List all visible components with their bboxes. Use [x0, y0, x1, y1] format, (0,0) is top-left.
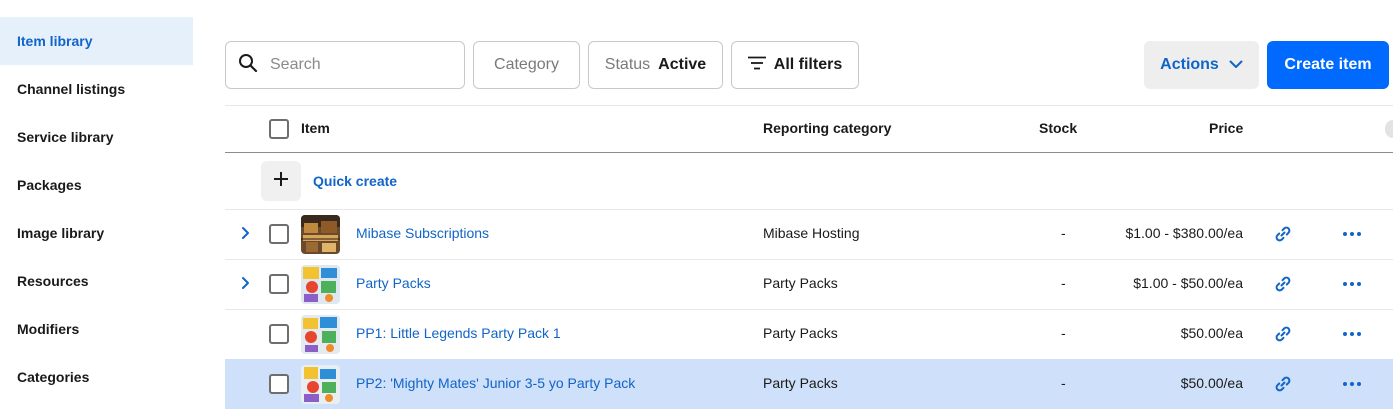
sidebar-item-service-library[interactable]: Service library: [0, 113, 193, 161]
item-stock: -: [1061, 325, 1066, 341]
column-header-item[interactable]: Item: [301, 120, 330, 136]
row-checkbox[interactable]: [269, 374, 289, 394]
link-icon[interactable]: [1274, 225, 1292, 248]
search-field[interactable]: [225, 41, 465, 89]
sidebar-item-categories[interactable]: Categories: [0, 353, 193, 401]
filter-icon: [747, 56, 774, 75]
item-reporting-category: Party Packs: [763, 375, 838, 391]
item-price: $1.00 - $380.00/ea: [1125, 225, 1243, 241]
more-options-icon[interactable]: [1342, 225, 1362, 248]
item-price: $50.00/ea: [1180, 375, 1243, 391]
link-icon[interactable]: [1274, 375, 1292, 398]
table-top-divider: [225, 105, 1393, 106]
search-input[interactable]: [270, 56, 450, 74]
row-checkbox[interactable]: [269, 324, 289, 344]
more-options-icon[interactable]: [1342, 325, 1362, 348]
item-stock: -: [1061, 275, 1066, 291]
link-icon[interactable]: [1274, 275, 1292, 298]
quick-create-link[interactable]: Quick create: [313, 173, 397, 189]
search-icon: [238, 53, 258, 78]
actions-label: Actions: [1160, 56, 1219, 73]
item-price: $50.00/ea: [1180, 325, 1243, 341]
column-header-stock[interactable]: Stock: [1039, 120, 1077, 136]
item-price: $1.00 - $50.00/ea: [1133, 275, 1243, 291]
item-reporting-category: Party Packs: [763, 325, 838, 341]
chevron-right-icon[interactable]: [240, 276, 250, 295]
table-row[interactable]: PP2: 'Mighty Mates' Junior 3-5 yo Party …: [225, 359, 1393, 409]
create-item-button[interactable]: Create item: [1267, 41, 1389, 89]
item-thumbnail: [301, 265, 340, 304]
column-header-reporting-category[interactable]: Reporting category: [763, 120, 891, 136]
scroll-handle[interactable]: [1385, 120, 1393, 138]
sidebar-item-image-library[interactable]: Image library: [0, 209, 193, 257]
item-thumbnail: [301, 215, 340, 254]
category-filter-label: Category: [494, 56, 559, 73]
status-filter-value: Active: [658, 56, 707, 73]
more-options-icon[interactable]: [1342, 275, 1362, 298]
item-name-link[interactable]: PP2: 'Mighty Mates' Junior 3-5 yo Party …: [356, 375, 635, 391]
item-thumbnail: [301, 365, 340, 404]
table-row[interactable]: Party Packs Party Packs - $1.00 - $50.00…: [225, 259, 1393, 309]
plus-icon: [273, 171, 289, 192]
row-checkbox[interactable]: [269, 274, 289, 294]
chevron-down-icon: [1219, 56, 1243, 74]
select-all-checkbox[interactable]: [269, 119, 289, 139]
all-filters-button[interactable]: All filters: [731, 41, 859, 89]
all-filters-label: All filters: [773, 56, 843, 73]
create-item-label: Create item: [1284, 56, 1372, 73]
sidebar-item-item-library[interactable]: Item library: [0, 17, 193, 65]
item-reporting-category: Party Packs: [763, 275, 838, 291]
item-stock: -: [1061, 225, 1066, 241]
item-name-link[interactable]: Party Packs: [356, 275, 431, 291]
item-name-link[interactable]: Mibase Subscriptions: [356, 225, 489, 241]
sidebar-item-modifiers[interactable]: Modifiers: [0, 305, 193, 353]
status-filter[interactable]: Status Active: [588, 41, 723, 89]
category-filter[interactable]: Category: [473, 41, 580, 89]
item-name-link[interactable]: PP1: Little Legends Party Pack 1: [356, 325, 561, 341]
table-row[interactable]: Mibase Subscriptions Mibase Hosting - $1…: [225, 209, 1393, 259]
chevron-right-icon[interactable]: [240, 226, 250, 245]
sidebar-item-channel-listings[interactable]: Channel listings: [0, 65, 193, 113]
item-stock: -: [1061, 375, 1066, 391]
more-options-icon[interactable]: [1342, 375, 1362, 398]
item-reporting-category: Mibase Hosting: [763, 225, 860, 241]
sidebar-item-resources[interactable]: Resources: [0, 257, 193, 305]
link-icon[interactable]: [1274, 325, 1292, 348]
status-filter-label: Status: [604, 56, 651, 73]
table-header-divider: [225, 152, 1393, 153]
sidebar-item-packages[interactable]: Packages: [0, 161, 193, 209]
item-thumbnail: [301, 315, 340, 354]
table-row[interactable]: PP1: Little Legends Party Pack 1 Party P…: [225, 309, 1393, 359]
actions-button[interactable]: Actions: [1144, 41, 1259, 89]
sidebar: Item library Channel listings Service li…: [0, 0, 193, 418]
quick-create-button[interactable]: [261, 161, 301, 201]
column-header-price[interactable]: Price: [1209, 120, 1243, 136]
row-checkbox[interactable]: [269, 224, 289, 244]
